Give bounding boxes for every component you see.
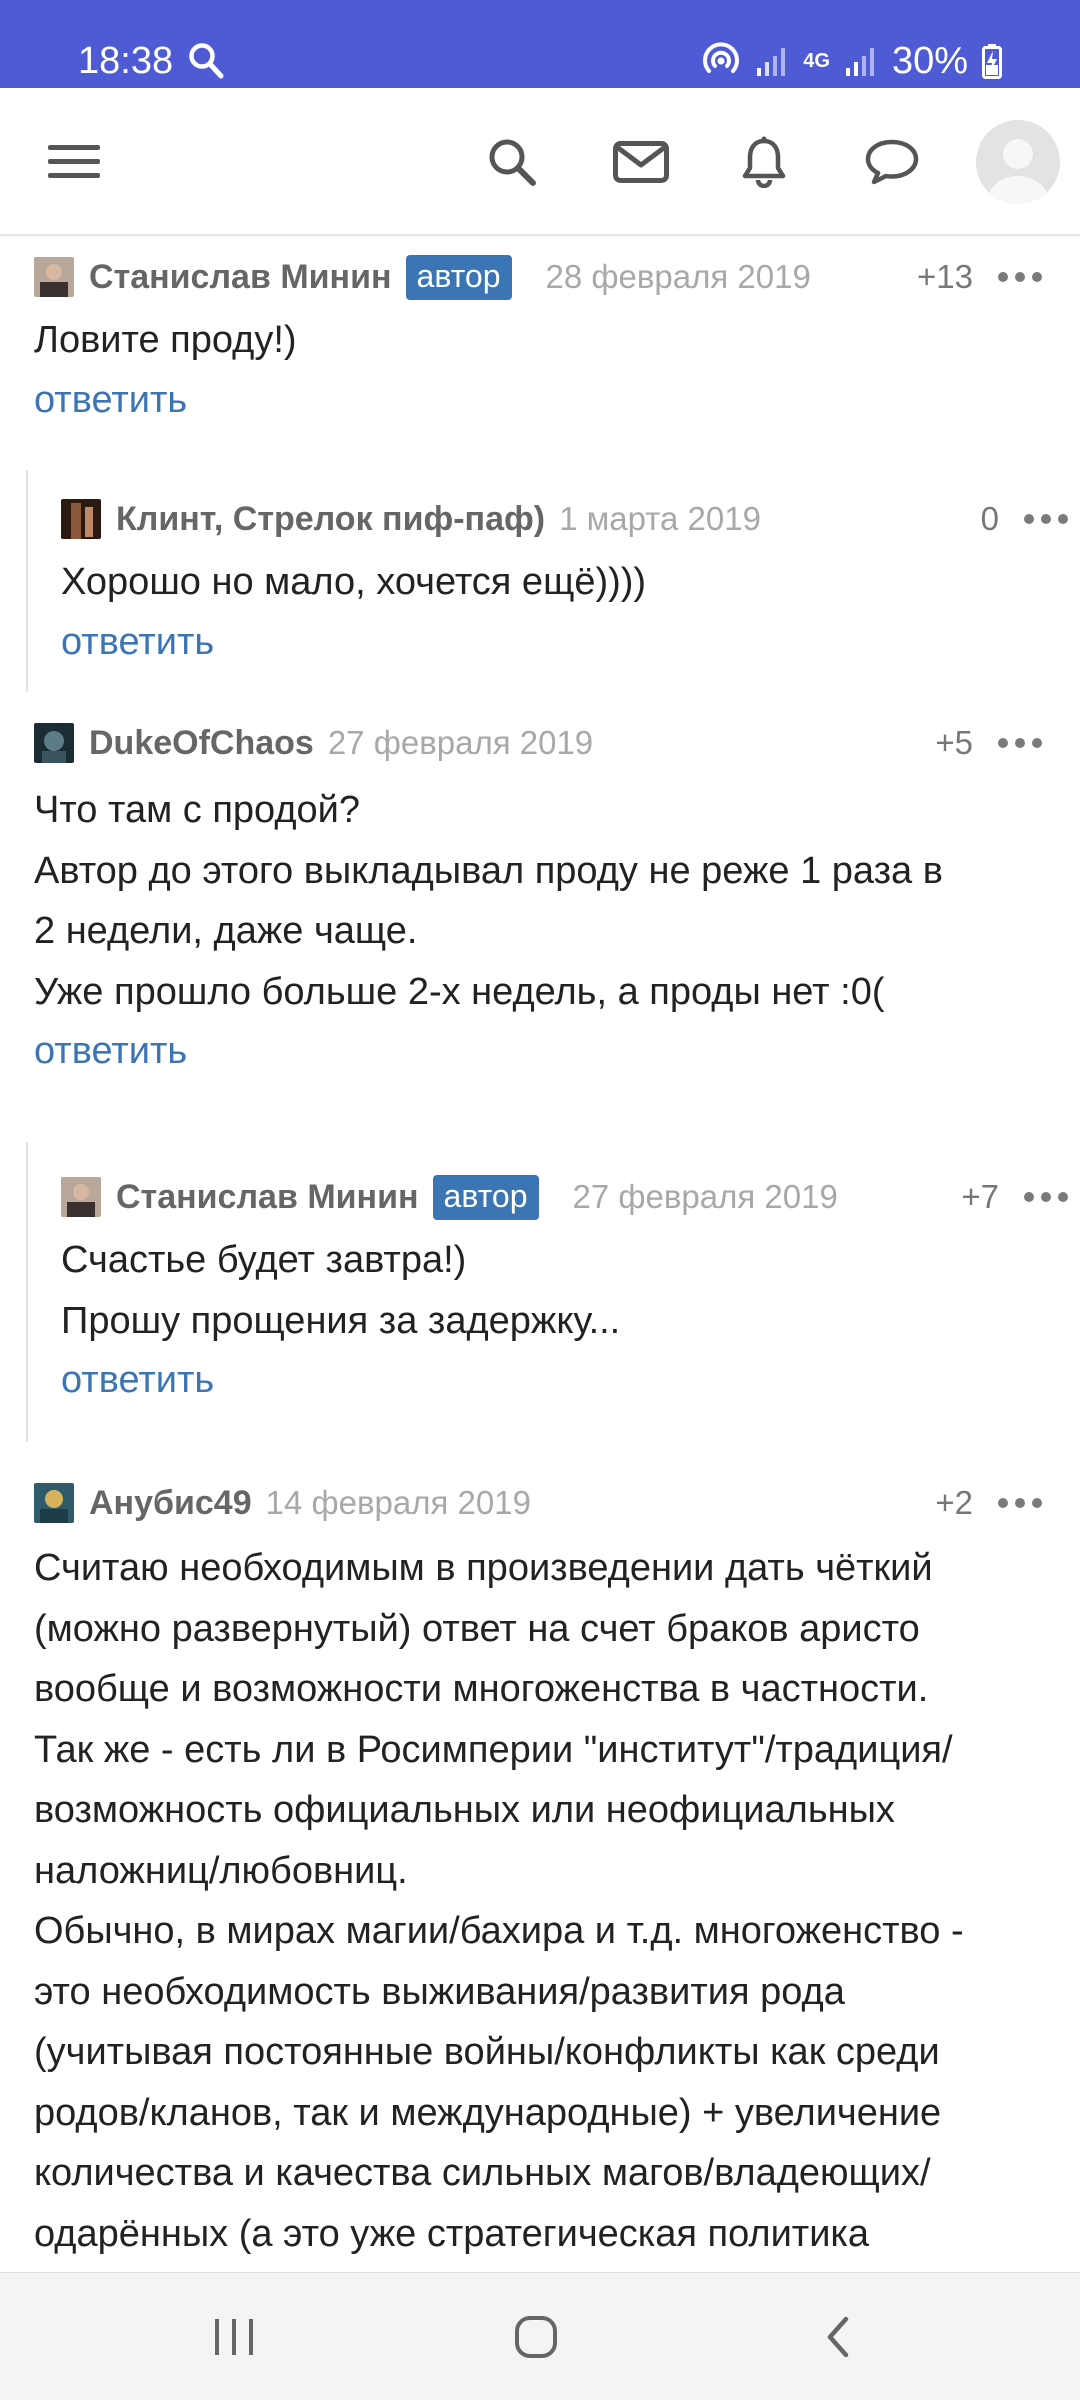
status-indicators: 4G 30% xyxy=(701,40,1002,82)
recent-apps-button[interactable] xyxy=(174,2273,294,2400)
comment-date: 14 февраля 2019 xyxy=(265,1484,531,1521)
search-icon xyxy=(489,139,536,186)
comment-score: +5 xyxy=(935,724,973,761)
comment-score: +2 xyxy=(935,1484,973,1521)
comment-date: 27 февраля 2019 xyxy=(327,724,594,761)
comment-date: 28 февраля 2019 xyxy=(545,258,811,295)
menu-icon xyxy=(48,145,100,178)
chat-button[interactable] xyxy=(852,88,932,236)
home-button[interactable] xyxy=(476,2273,596,2400)
comment-score: +13 xyxy=(917,258,973,295)
back-button[interactable] xyxy=(778,2273,898,2400)
menu-button[interactable] xyxy=(34,88,114,236)
signal-icon-2 xyxy=(845,48,874,76)
author-badge: автор xyxy=(405,254,512,300)
reply-link[interactable]: ответить xyxy=(61,1350,214,1410)
hotspot-icon xyxy=(703,42,740,73)
comment-score: 0 xyxy=(980,500,999,537)
battery-percent: 30% xyxy=(891,39,968,82)
comment-text: Ловите проду!) xyxy=(34,319,297,361)
comment-reply: Станислав Минин автор 27 февраля 2019 +7… xyxy=(26,1142,1080,1442)
more-options-icon[interactable] xyxy=(998,1478,1042,1528)
comment-text: Счастье будет завтра!) Прошу прощения за… xyxy=(61,1239,621,1342)
battery-charging-icon xyxy=(982,44,1002,79)
status-time: 18:38 xyxy=(78,40,174,82)
profile-button[interactable] xyxy=(975,88,1061,236)
author-name[interactable]: DukeOfChaos xyxy=(89,724,314,763)
comment-meta: Станислав Минин автор 28 февраля 2019 +1… xyxy=(0,252,1080,302)
bell-icon xyxy=(742,136,786,188)
more-options-icon[interactable] xyxy=(1024,494,1068,544)
network-type: 4G xyxy=(803,50,830,72)
signal-icon xyxy=(757,48,786,76)
comment-text: Считаю необходимым в произведении дать ч… xyxy=(34,1547,964,2255)
avatar[interactable] xyxy=(61,499,101,539)
author-name[interactable]: Станислав Минин xyxy=(89,258,392,297)
avatar[interactable] xyxy=(34,1483,74,1523)
author-name[interactable]: Анубис49 xyxy=(89,1484,252,1523)
comment-text: Что там с продой? Автор до этого выклады… xyxy=(34,789,943,1013)
author-name[interactable]: Клинт, Стрелок пиф-паф) xyxy=(116,500,545,539)
user-avatar xyxy=(976,120,1060,204)
app-header xyxy=(0,88,1080,236)
reply-link[interactable]: ответить xyxy=(61,612,214,672)
avatar[interactable] xyxy=(34,257,74,297)
comment-meta: DukeOfChaos 27 февраля 2019 +5 xyxy=(0,718,1080,768)
more-options-icon[interactable] xyxy=(998,252,1042,302)
comment-meta: Клинт, Стрелок пиф-паф) 1 марта 2019 0 xyxy=(28,494,1080,544)
chat-icon xyxy=(865,139,919,185)
avatar[interactable] xyxy=(34,723,74,763)
author-name[interactable]: Станислав Минин xyxy=(116,1178,419,1217)
user-icon xyxy=(988,139,1048,204)
reply-link[interactable]: ответить xyxy=(34,370,187,430)
recent-apps-icon xyxy=(215,2319,253,2355)
comment: DukeOfChaos 27 февраля 2019 +5 Что там с… xyxy=(0,714,1080,1072)
comment-text: Хорошо но мало, хочется ещё)))) xyxy=(61,561,647,603)
comments-feed: Станислав Минин автор 28 февраля 2019 +1… xyxy=(0,238,1080,2272)
more-options-icon[interactable] xyxy=(998,718,1042,768)
notifications-button[interactable] xyxy=(724,88,804,236)
search-button[interactable] xyxy=(472,88,552,236)
comment-score: +7 xyxy=(961,1178,999,1215)
system-nav-bar xyxy=(0,2272,1080,2400)
reply-link[interactable]: ответить xyxy=(34,1021,187,1081)
status-bar: 18:38 4G 30% xyxy=(0,0,1080,88)
comment-meta: Анубис49 14 февраля 2019 +2 xyxy=(0,1478,1080,1528)
home-icon xyxy=(515,2316,557,2358)
more-options-icon[interactable] xyxy=(1024,1172,1068,1222)
comment: Анубис49 14 февраля 2019 +2 Считаю необх… xyxy=(0,1478,1080,2272)
comment-date: 27 февраля 2019 xyxy=(572,1178,838,1215)
comment-date: 1 марта 2019 xyxy=(559,500,761,537)
messages-button[interactable] xyxy=(598,88,684,236)
mail-icon xyxy=(613,141,669,183)
author-badge: автор xyxy=(432,1174,539,1220)
back-icon xyxy=(827,2316,849,2358)
avatar[interactable] xyxy=(61,1177,101,1217)
comment-reply: Клинт, Стрелок пиф-паф) 1 марта 2019 0 Х… xyxy=(26,470,1080,692)
comment-meta: Станислав Минин автор 27 февраля 2019 +7 xyxy=(28,1172,1080,1222)
search-icon xyxy=(189,43,224,79)
comment: Станислав Минин автор 28 февраля 2019 +1… xyxy=(0,252,1080,462)
